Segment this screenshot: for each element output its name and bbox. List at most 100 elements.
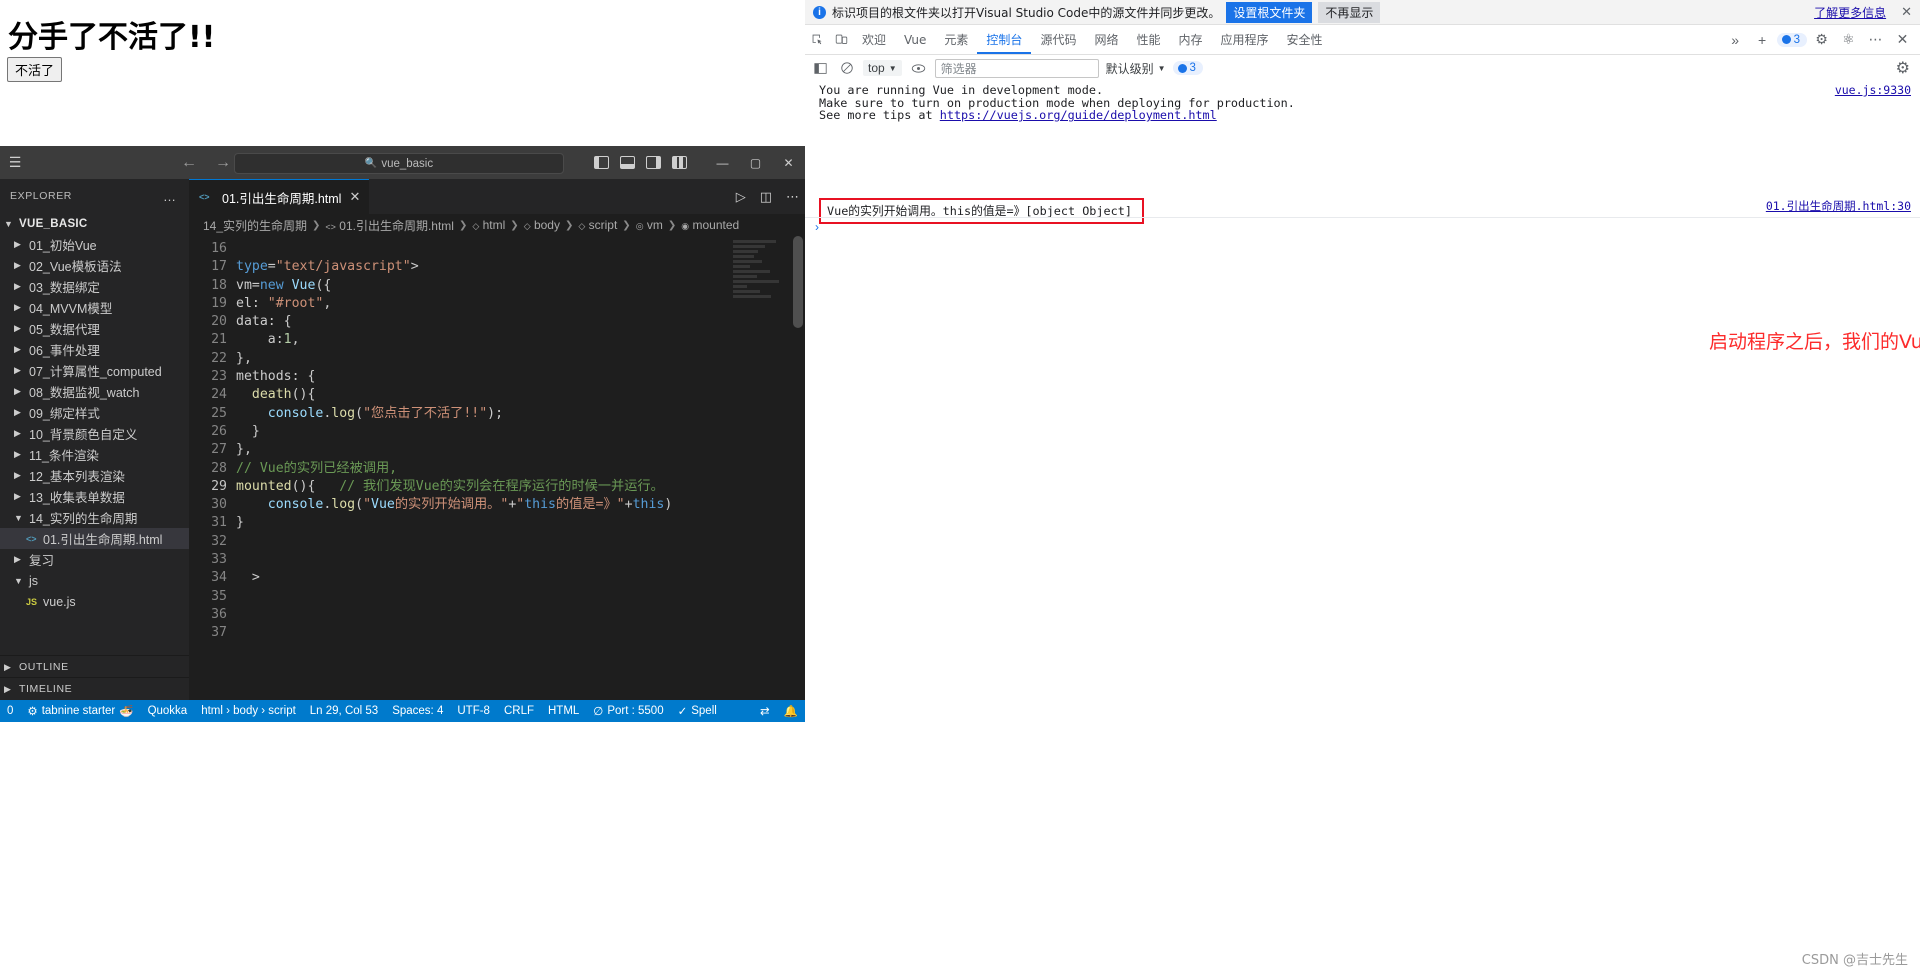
- inspect-element-icon[interactable]: [805, 25, 829, 54]
- code-line-35[interactable]: [236, 588, 725, 606]
- console-filter-input[interactable]: 筛选器: [934, 58, 1099, 78]
- editor-scrollbar[interactable]: [793, 236, 803, 328]
- live-expression-icon[interactable]: [909, 59, 928, 78]
- set-root-folder-button[interactable]: 设置根文件夹: [1226, 1, 1313, 23]
- source-link-lifecycle-html[interactable]: 01.引出生命周期.html:30: [1766, 198, 1911, 214]
- tree-file-vue-js[interactable]: JS vue.js: [0, 591, 189, 612]
- devtools-tab-7[interactable]: 内存: [1169, 25, 1211, 54]
- devtools-tab-9[interactable]: 安全性: [1278, 25, 1332, 54]
- code-line-16[interactable]: [236, 240, 725, 258]
- source-link-vue-js[interactable]: vue.js:9330: [1835, 84, 1911, 97]
- tree-root-vue-basic[interactable]: ▼ VUE_BASIC: [0, 213, 189, 234]
- status-problems[interactable]: 0: [0, 700, 20, 722]
- status-eol[interactable]: CRLF: [497, 700, 541, 722]
- tree-folder-2[interactable]: ▶ 03_数据绑定: [0, 276, 189, 297]
- minimize-button[interactable]: —: [706, 146, 739, 179]
- status-notifications-icon[interactable]: 🔔: [777, 700, 805, 722]
- more-options-icon[interactable]: ⋯: [1863, 25, 1888, 54]
- vue-deployment-link[interactable]: https://vuejs.org/guide/deployment.html: [940, 108, 1217, 122]
- code-line-18[interactable]: vm=new Vue({: [236, 277, 725, 295]
- tree-folder-11[interactable]: ▶ 12_基本列表渲染: [0, 465, 189, 486]
- status-cursor-position[interactable]: Ln 29, Col 53: [303, 700, 385, 722]
- tree-folder-10[interactable]: ▶ 11_条件渲染: [0, 444, 189, 465]
- code-line-20[interactable]: data: {: [236, 313, 725, 331]
- tree-folder-8[interactable]: ▶ 09_绑定样式: [0, 402, 189, 423]
- tree-folder-7[interactable]: ▶ 08_数据监视_watch: [0, 381, 189, 402]
- breadcrumb-item-6[interactable]: ◉ mounted: [681, 218, 739, 232]
- issues-badge[interactable]: 3: [1776, 32, 1807, 47]
- add-tab-icon[interactable]: +: [1750, 25, 1775, 54]
- devtools-tab-8[interactable]: 应用程序: [1212, 25, 1278, 54]
- devtools-tab-1[interactable]: Vue: [895, 25, 935, 54]
- code-content[interactable]: type="text/javascript"> vm=new Vue({el: "…: [236, 240, 725, 700]
- tree-folder-6[interactable]: ▶ 07_计算属性_computed: [0, 360, 189, 381]
- clear-console-icon[interactable]: [837, 59, 856, 78]
- device-toolbar-icon[interactable]: [829, 25, 853, 54]
- code-line-21[interactable]: a:1,: [236, 331, 725, 349]
- toggle-primary-sidebar-icon[interactable]: [594, 156, 609, 169]
- status-quokka[interactable]: Quokka: [141, 700, 195, 722]
- navigate-back-icon[interactable]: ←: [176, 146, 202, 179]
- maximize-button[interactable]: ▢: [739, 146, 772, 179]
- tree-folder-12[interactable]: ▶ 13_收集表单数据: [0, 486, 189, 507]
- code-line-27[interactable]: },: [236, 441, 725, 459]
- tree-folder-after-1[interactable]: ▼ js: [0, 570, 189, 591]
- code-line-25[interactable]: console.log("您点击了不活了!!");: [236, 405, 725, 423]
- code-line-28[interactable]: // Vue的实列已经被调用,: [236, 460, 725, 478]
- split-editor-icon[interactable]: ◫: [760, 189, 772, 205]
- console-sidebar-icon[interactable]: [811, 59, 830, 78]
- devtools-tab-2[interactable]: 元素: [935, 25, 977, 54]
- code-line-19[interactable]: el: "#root",: [236, 295, 725, 313]
- gear-icon[interactable]: ⚙: [1809, 25, 1834, 54]
- tree-folder-after-0[interactable]: ▶ 复习: [0, 549, 189, 570]
- code-line-31[interactable]: }: [236, 514, 725, 532]
- status-tabnine[interactable]: ⚙ tabnine starter 🍜: [20, 700, 140, 722]
- code-line-22[interactable]: },: [236, 350, 725, 368]
- code-line-36[interactable]: [236, 606, 725, 624]
- minimap[interactable]: [733, 240, 795, 310]
- learn-more-link[interactable]: 了解更多信息: [1814, 4, 1886, 21]
- code-line-23[interactable]: methods: {: [236, 368, 725, 386]
- status-remote-window-icon[interactable]: ⇄: [753, 700, 777, 722]
- devices-icon[interactable]: ⚛: [1836, 25, 1861, 54]
- close-devtools-icon[interactable]: ✕: [1890, 25, 1915, 54]
- close-infobar-icon[interactable]: ✕: [1901, 4, 1912, 20]
- stop-living-button[interactable]: 不活了: [7, 57, 63, 82]
- breadcrumb-item-2[interactable]: ◇ html: [472, 218, 505, 232]
- status-encoding[interactable]: UTF-8: [450, 700, 497, 722]
- tab-close-icon[interactable]: ✕: [349, 189, 360, 205]
- tree-folder-9[interactable]: ▶ 10_背景颜色自定义: [0, 423, 189, 444]
- log-level-selector[interactable]: 默认级别 ▼: [1106, 60, 1166, 77]
- status-live-server-port[interactable]: ∅ Port : 5500: [586, 700, 670, 722]
- devtools-tab-0[interactable]: 欢迎: [853, 25, 895, 54]
- tree-file-lifecycle-html[interactable]: <> 01.引出生命周期.html: [0, 528, 189, 549]
- quick-open-input[interactable]: 🔍 vue_basic: [234, 153, 564, 174]
- execution-context-selector[interactable]: top ▼: [863, 60, 902, 76]
- breadcrumb-item-1[interactable]: <> 01.引出生命周期.html: [325, 217, 454, 234]
- code-line-37[interactable]: [236, 624, 725, 642]
- outline-section[interactable]: ▶ OUTLINE: [0, 655, 189, 678]
- navigate-forward-icon[interactable]: →: [210, 146, 236, 179]
- run-button-icon[interactable]: ▷: [736, 189, 746, 205]
- tree-folder-0[interactable]: ▶ 01_初始Vue: [0, 234, 189, 255]
- code-editor[interactable]: 16 17 18 19 20 21 22 23 24 25 26 27 28 29 30 31 32 33 34 35…: [189, 236, 805, 700]
- customize-layout-icon[interactable]: [672, 156, 687, 169]
- console-message-count-badge[interactable]: 3: [1172, 61, 1203, 75]
- tree-folder-5[interactable]: ▶ 06_事件处理: [0, 339, 189, 360]
- code-line-24[interactable]: death(){: [236, 386, 725, 404]
- timeline-section[interactable]: ▶ TIMELINE: [0, 677, 189, 700]
- console-settings-icon[interactable]: ⚙: [1896, 58, 1914, 78]
- explorer-more-actions-icon[interactable]: …: [163, 189, 177, 204]
- code-line-26[interactable]: }: [236, 423, 725, 441]
- devtools-tab-4[interactable]: 源代码: [1031, 25, 1085, 54]
- dont-show-again-button[interactable]: 不再显示: [1318, 1, 1381, 23]
- code-line-34[interactable]: >: [236, 569, 725, 587]
- console-output[interactable]: You are running Vue in development mode.…: [805, 80, 1920, 977]
- tree-folder-13[interactable]: ▼ 14_实列的生命周期: [0, 507, 189, 528]
- code-line-29[interactable]: mounted(){ // 我们发现Vue的实列会在程序运行的时候一并运行。: [236, 478, 725, 496]
- tree-folder-3[interactable]: ▶ 04_MVVM模型: [0, 297, 189, 318]
- close-button[interactable]: ✕: [772, 146, 805, 179]
- devtools-tab-3[interactable]: 控制台: [977, 25, 1032, 54]
- status-breadcrumb[interactable]: html › body › script: [194, 700, 303, 722]
- devtools-tab-5[interactable]: 网络: [1085, 25, 1127, 54]
